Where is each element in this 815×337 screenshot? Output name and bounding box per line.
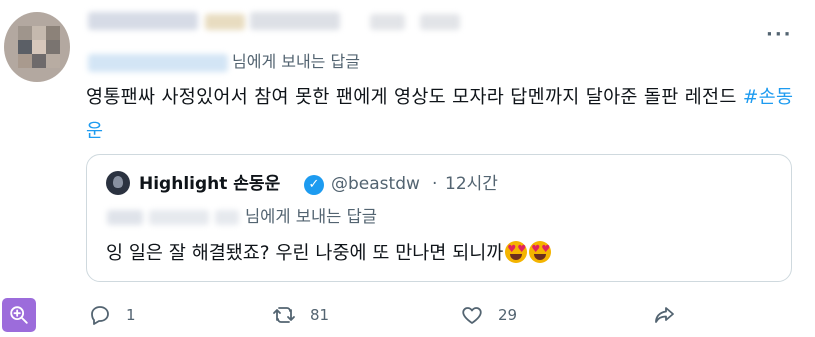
- like-button[interactable]: 29: [460, 300, 517, 330]
- retweet-icon: [273, 307, 295, 323]
- avatar-pixel: [32, 26, 46, 40]
- avatar-pixel: [32, 40, 46, 54]
- reply-button[interactable]: 1: [88, 300, 136, 330]
- quoted-display-name[interactable]: Highlight 손동운: [139, 173, 280, 195]
- zoom-in-button[interactable]: [2, 298, 36, 332]
- avatar-pixel: [18, 54, 32, 68]
- avatar-pixel: [32, 54, 46, 68]
- blurred-author-name: [205, 14, 245, 30]
- quoted-tweet[interactable]: Highlight 손동운 ✓ @beastdw · 12시간 님에게 보내는 …: [86, 154, 792, 282]
- blurred-timestamp: [420, 14, 460, 30]
- heart-icon: [462, 307, 482, 324]
- zoom-in-icon: [10, 306, 28, 324]
- avatar-pixel: [18, 26, 32, 40]
- blurred-timestamp: [370, 14, 405, 30]
- quoted-avatar[interactable]: [106, 171, 130, 195]
- heart-eyes-emoji-icon: ♥ ♥: [505, 241, 528, 263]
- reply-to-label: 님에게 보내는 답글: [232, 52, 360, 71]
- quoted-text: 잉 일은 잘 해결됐죠? 우린 나중에 또 만나면 되니까 ♥ ♥ ♥ ♥: [106, 241, 552, 267]
- share-icon: [655, 307, 674, 323]
- like-count: 29: [498, 306, 518, 324]
- retweet-count: 81: [310, 306, 330, 324]
- avatar-pixel: [46, 40, 60, 54]
- avatar-pixel: [46, 26, 60, 40]
- avatar-pixel: [18, 40, 32, 54]
- blurred-reply-target: [215, 210, 239, 225]
- more-horizontal-icon[interactable]: ···: [766, 26, 793, 44]
- quoted-handle[interactable]: @beastdw: [331, 173, 420, 195]
- tweet-body: 영통팬싸 사정있어서 참여 못한 팬에게 영상도 모자라 답멘까지 달아준 돌판…: [86, 87, 743, 108]
- share-button[interactable]: [652, 300, 676, 330]
- blurred-author-name[interactable]: [88, 12, 198, 30]
- separator-dot: ·: [432, 174, 438, 194]
- heart-eyes-emoji-icon: ♥ ♥: [529, 241, 552, 263]
- blurred-author-handle: [250, 12, 340, 30]
- blurred-reply-target: [107, 210, 143, 225]
- tweet-text: 영통팬싸 사정있어서 참여 못한 팬에게 영상도 모자라 답멘까지 달아준 돌판…: [86, 81, 796, 149]
- retweet-button[interactable]: 81: [272, 300, 329, 330]
- reply-icon: [91, 306, 109, 325]
- quoted-timestamp[interactable]: 12시간: [445, 173, 498, 195]
- author-avatar[interactable]: [4, 12, 70, 82]
- blurred-reply-target[interactable]: [88, 54, 228, 72]
- quoted-body: 잉 일은 잘 해결됐죠? 우린 나중에 또 만나면 되니까: [106, 243, 504, 264]
- quoted-reply-to-label: 님에게 보내는 답글: [245, 207, 377, 226]
- tweet-actions: 1 81 29: [86, 300, 706, 330]
- reply-count: 1: [126, 306, 136, 324]
- blurred-reply-target: [149, 210, 209, 225]
- avatar-pixel: [46, 54, 60, 68]
- verified-badge-icon: ✓: [304, 175, 324, 195]
